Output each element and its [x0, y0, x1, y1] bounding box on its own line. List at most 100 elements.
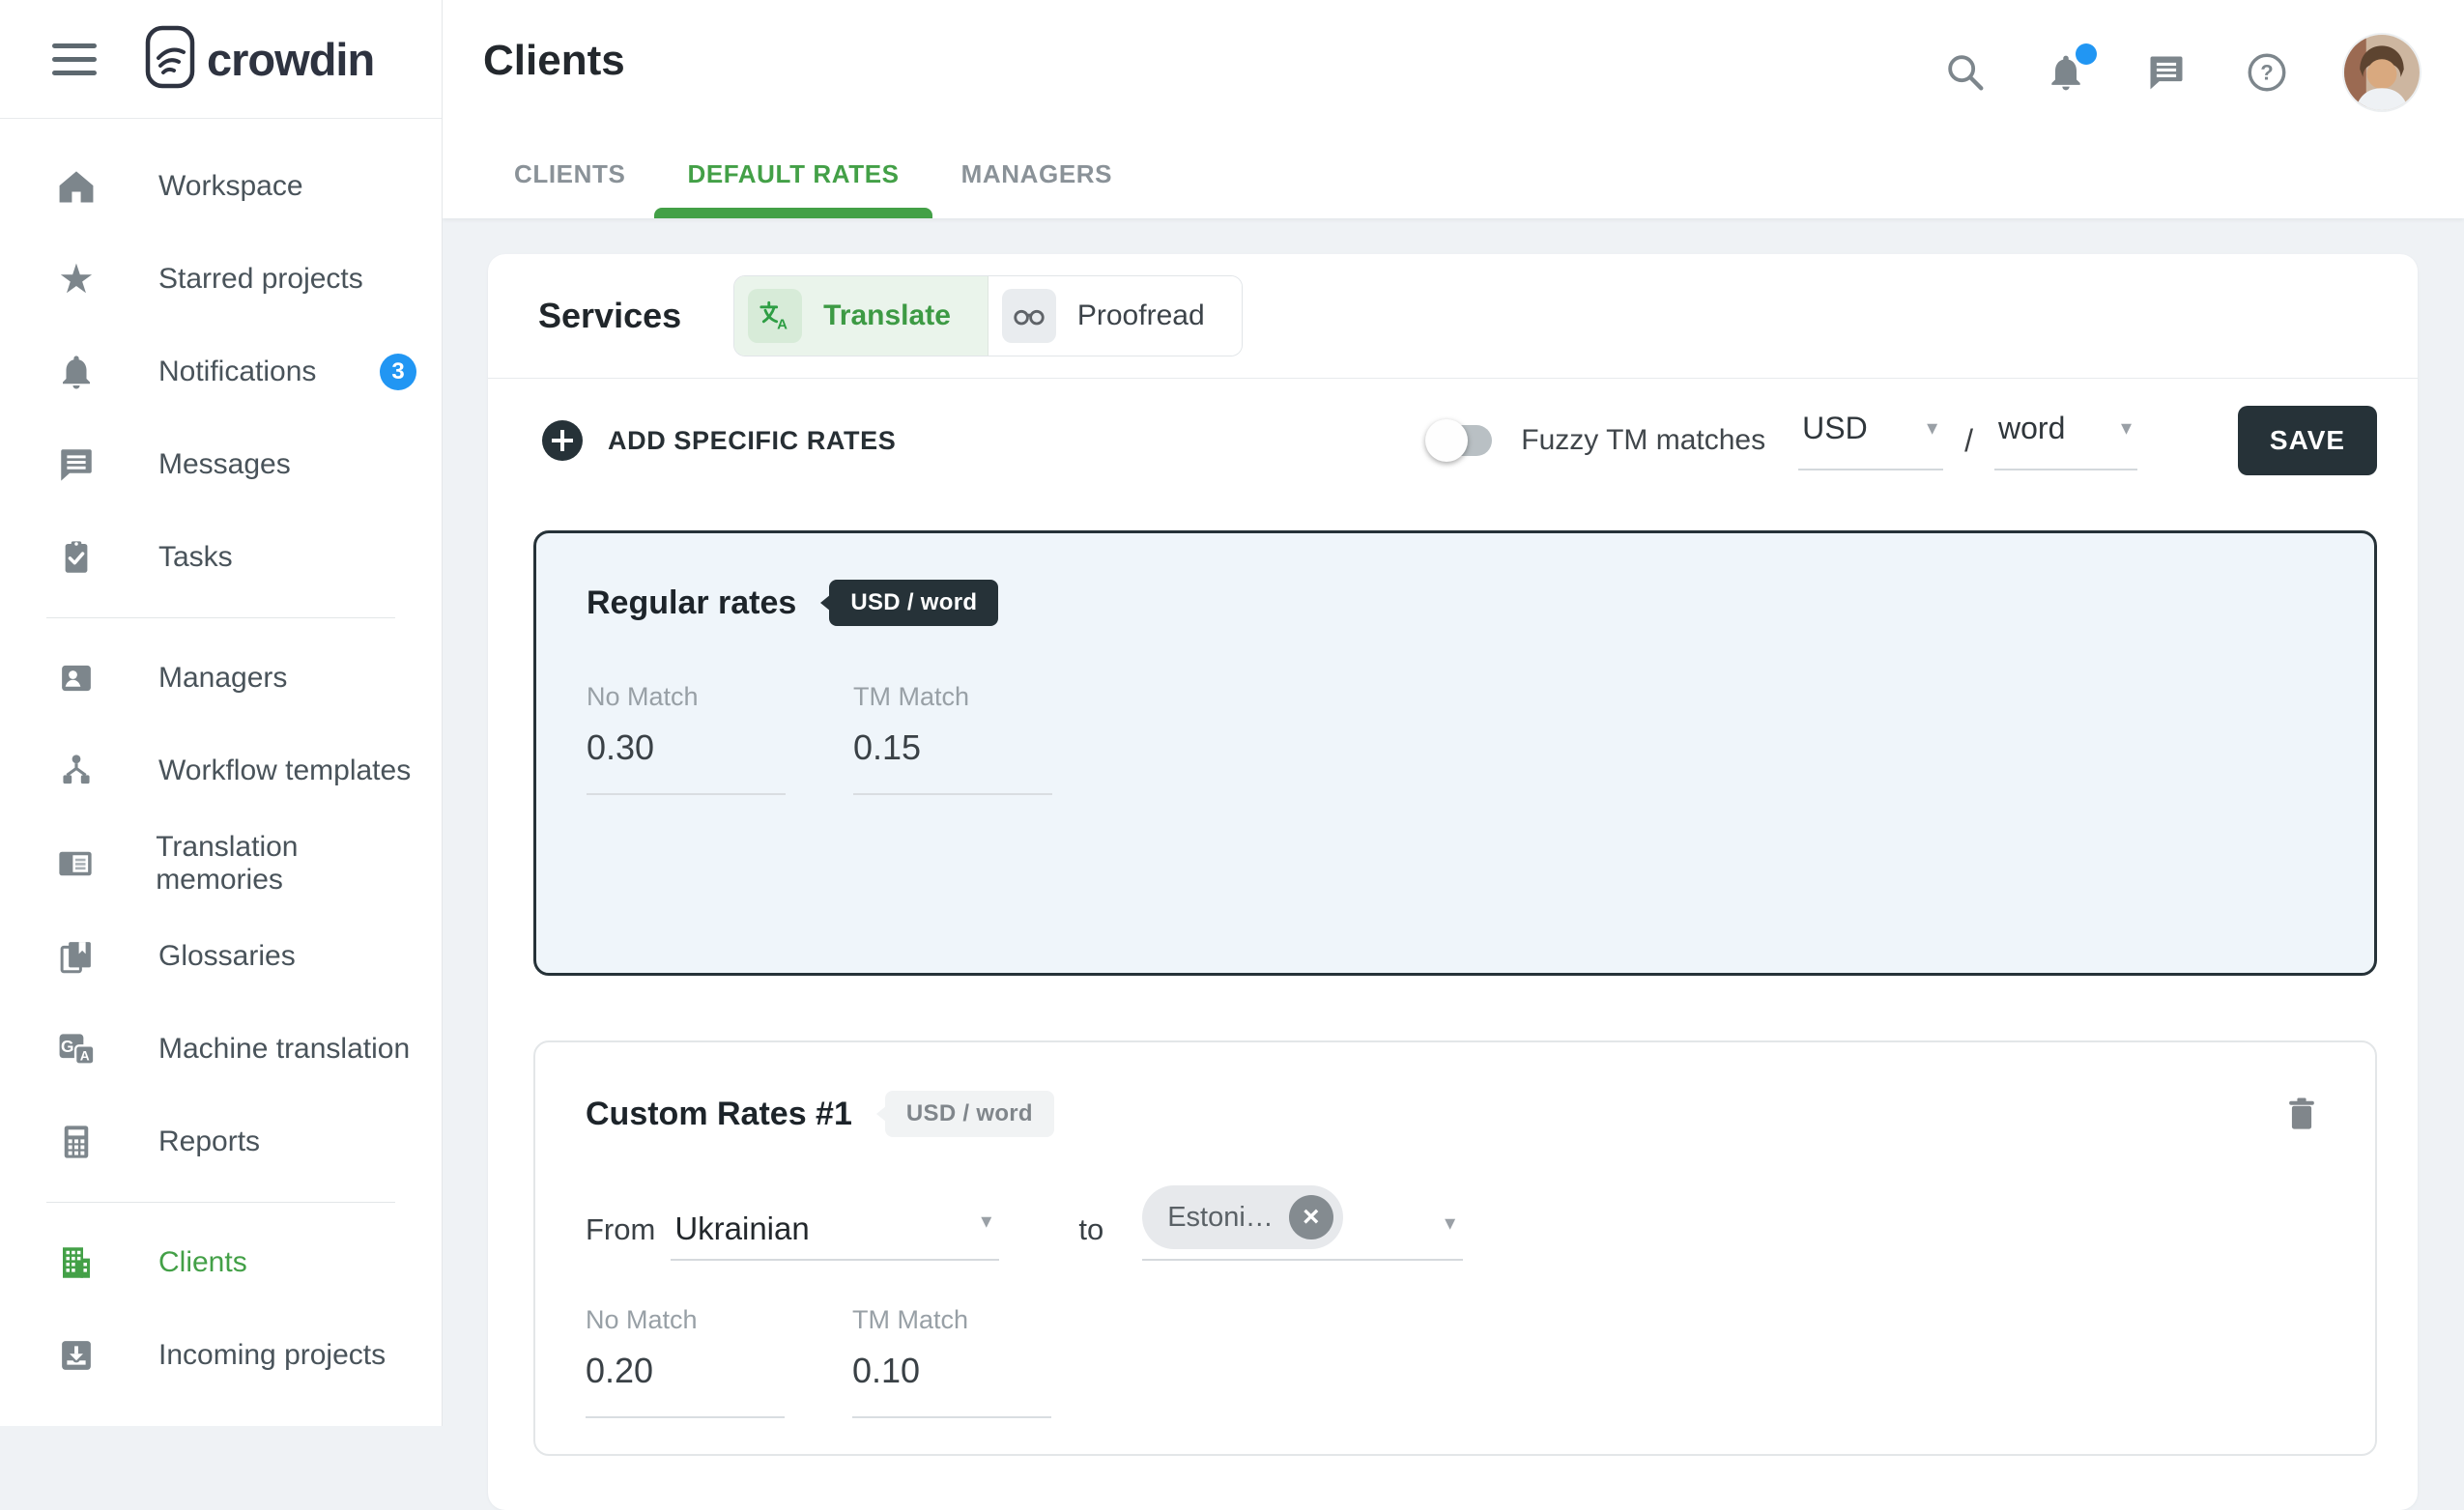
svg-text:?: ? [2260, 61, 2273, 85]
crowdin-wordmark: crowdin [207, 33, 374, 86]
sidebar-nav: Workspace ★ Starred projects Notificatio… [0, 119, 442, 1402]
star-icon: ★ [54, 257, 99, 301]
sidebar-item-workflow-templates[interactable]: Workflow templates [0, 725, 442, 817]
translate-icon: A [748, 289, 802, 343]
tm-match-label: TM Match [852, 1305, 1051, 1335]
home-icon [54, 164, 99, 209]
rates-toolbar: ADD SPECIFIC RATES Fuzzy TM matches USD … [488, 379, 2418, 502]
language-chip: Estoni… × [1142, 1185, 1343, 1249]
sidebar-item-tasks[interactable]: Tasks [0, 511, 442, 604]
crowdin-logo[interactable]: crowdin [145, 25, 374, 94]
translate-label: Translate [823, 299, 951, 332]
save-button[interactable]: SAVE [2238, 406, 2377, 475]
no-match-field: No Match 0.30 [587, 682, 786, 795]
service-proofread-button[interactable]: Proofread [988, 276, 1242, 356]
message-icon [54, 442, 99, 487]
sidebar-item-reports[interactable]: Reports [0, 1096, 442, 1188]
notifications-count-badge: 3 [380, 354, 416, 390]
remove-language-icon[interactable]: × [1289, 1195, 1333, 1239]
page-header: Clients ? CLIENTS DEFAULT RATES MANAGERS [443, 0, 2464, 218]
svg-text:A: A [777, 316, 788, 332]
bell-icon [54, 350, 99, 394]
plus-icon [542, 420, 583, 461]
unit-badge: USD / word [885, 1091, 1054, 1137]
notifications-bell-icon[interactable] [2043, 49, 2089, 96]
machine-translation-icon: GA [54, 1027, 99, 1071]
target-language-select[interactable]: Estoni… × ▾ [1142, 1185, 1463, 1261]
custom-rates-title-row: Custom Rates #1 USD / word [586, 1091, 2325, 1137]
incoming-projects-icon [54, 1333, 99, 1378]
source-language-select[interactable]: Ukrainian ▾ [671, 1197, 999, 1261]
header-actions: ? [1942, 35, 2420, 110]
content-area: Services A Translate Proofread [443, 218, 2464, 1426]
reports-icon [54, 1120, 99, 1164]
clients-icon [54, 1240, 99, 1285]
tab-clients[interactable]: CLIENTS [514, 159, 625, 218]
regular-rates-fields: No Match 0.30 TM Match 0.15 [587, 682, 2324, 795]
fuzzy-tm-label: Fuzzy TM matches [1521, 424, 1765, 457]
user-avatar[interactable] [2344, 35, 2420, 110]
sidebar-item-translation-memories[interactable]: Translation memories [0, 817, 442, 910]
page-title: Clients [483, 37, 625, 85]
no-match-label: No Match [587, 682, 786, 712]
workflow-icon [54, 749, 99, 793]
language-pair-row: From Ukrainian ▾ to Estoni… × ▾ [586, 1185, 2325, 1261]
tab-default-rates[interactable]: DEFAULT RATES [687, 159, 899, 218]
no-match-input[interactable]: 0.30 [587, 727, 786, 795]
sidebar-item-managers[interactable]: Managers [0, 632, 442, 725]
search-icon[interactable] [1942, 49, 1989, 96]
add-specific-rates-button[interactable]: ADD SPECIFIC RATES [542, 420, 896, 461]
no-match-field: No Match 0.20 [586, 1305, 785, 1418]
custom-rates-title: Custom Rates #1 [586, 1096, 852, 1133]
help-icon[interactable]: ? [2244, 49, 2290, 96]
custom-rates-card: Custom Rates #1 USD / word From Ukrainia… [533, 1040, 2377, 1456]
sidebar-item-starred-projects[interactable]: ★ Starred projects [0, 233, 442, 326]
chevron-down-icon: ▾ [1927, 411, 1937, 447]
currency-select[interactable]: USD ▾ [1798, 411, 1943, 470]
to-label: to [1078, 1212, 1103, 1261]
proofread-label: Proofread [1077, 299, 1205, 332]
tm-match-field: TM Match 0.15 [853, 682, 1052, 795]
tab-bar: CLIENTS DEFAULT RATES MANAGERS [514, 159, 1112, 218]
unit-badge: USD / word [829, 580, 998, 626]
sidebar-item-glossaries[interactable]: Glossaries [0, 910, 442, 1003]
menu-icon[interactable] [52, 43, 97, 75]
tab-managers[interactable]: MANAGERS [961, 159, 1112, 218]
svg-text:A: A [80, 1048, 90, 1063]
sidebar-divider [46, 1202, 395, 1203]
regular-rates-title: Regular rates [587, 584, 796, 622]
glossary-icon [54, 934, 99, 979]
sidebar-header: crowdin [0, 0, 442, 119]
delete-trash-icon[interactable] [2278, 1091, 2325, 1137]
sidebar-item-clients[interactable]: Clients [0, 1216, 442, 1309]
services-row: Services A Translate Proofread [488, 254, 2418, 378]
chevron-down-icon: ▾ [1445, 1199, 1455, 1249]
proofread-glasses-icon [1002, 289, 1056, 343]
sidebar: crowdin Workspace ★ Starred projects Not… [0, 0, 443, 1426]
chevron-down-icon: ▾ [2121, 411, 2132, 447]
sidebar-item-messages[interactable]: Messages [0, 418, 442, 511]
tm-match-label: TM Match [853, 682, 1052, 712]
tm-match-input[interactable]: 0.10 [852, 1351, 1051, 1418]
sidebar-item-machine-translation[interactable]: GA Machine translation [0, 1003, 442, 1096]
regular-rates-title-row: Regular rates USD / word [587, 580, 2324, 626]
regular-rates-card: Regular rates USD / word No Match 0.30 T… [533, 530, 2377, 976]
sidebar-divider [46, 617, 395, 618]
service-translate-button[interactable]: A Translate [734, 276, 988, 356]
tm-match-input[interactable]: 0.15 [853, 727, 1052, 795]
no-match-label: No Match [586, 1305, 785, 1335]
no-match-input[interactable]: 0.20 [586, 1351, 785, 1418]
crowdin-logo-icon [145, 25, 195, 94]
sidebar-item-notifications[interactable]: Notifications 3 [0, 326, 442, 418]
unit-select[interactable]: word ▾ [1994, 411, 2137, 470]
sidebar-item-workspace[interactable]: Workspace [0, 140, 442, 233]
services-heading: Services [538, 296, 681, 336]
sidebar-item-incoming-projects[interactable]: Incoming projects [0, 1309, 442, 1402]
default-rates-panel: Services A Translate Proofread [488, 254, 2418, 1510]
rate-controls: Fuzzy TM matches USD ▾ / word ▾ SAVE [1430, 406, 2377, 475]
managers-icon [54, 656, 99, 700]
tm-match-field: TM Match 0.10 [852, 1305, 1051, 1418]
fuzzy-tm-toggle[interactable] [1430, 425, 1492, 456]
translation-memory-icon [54, 841, 96, 886]
chat-icon[interactable] [2143, 49, 2190, 96]
